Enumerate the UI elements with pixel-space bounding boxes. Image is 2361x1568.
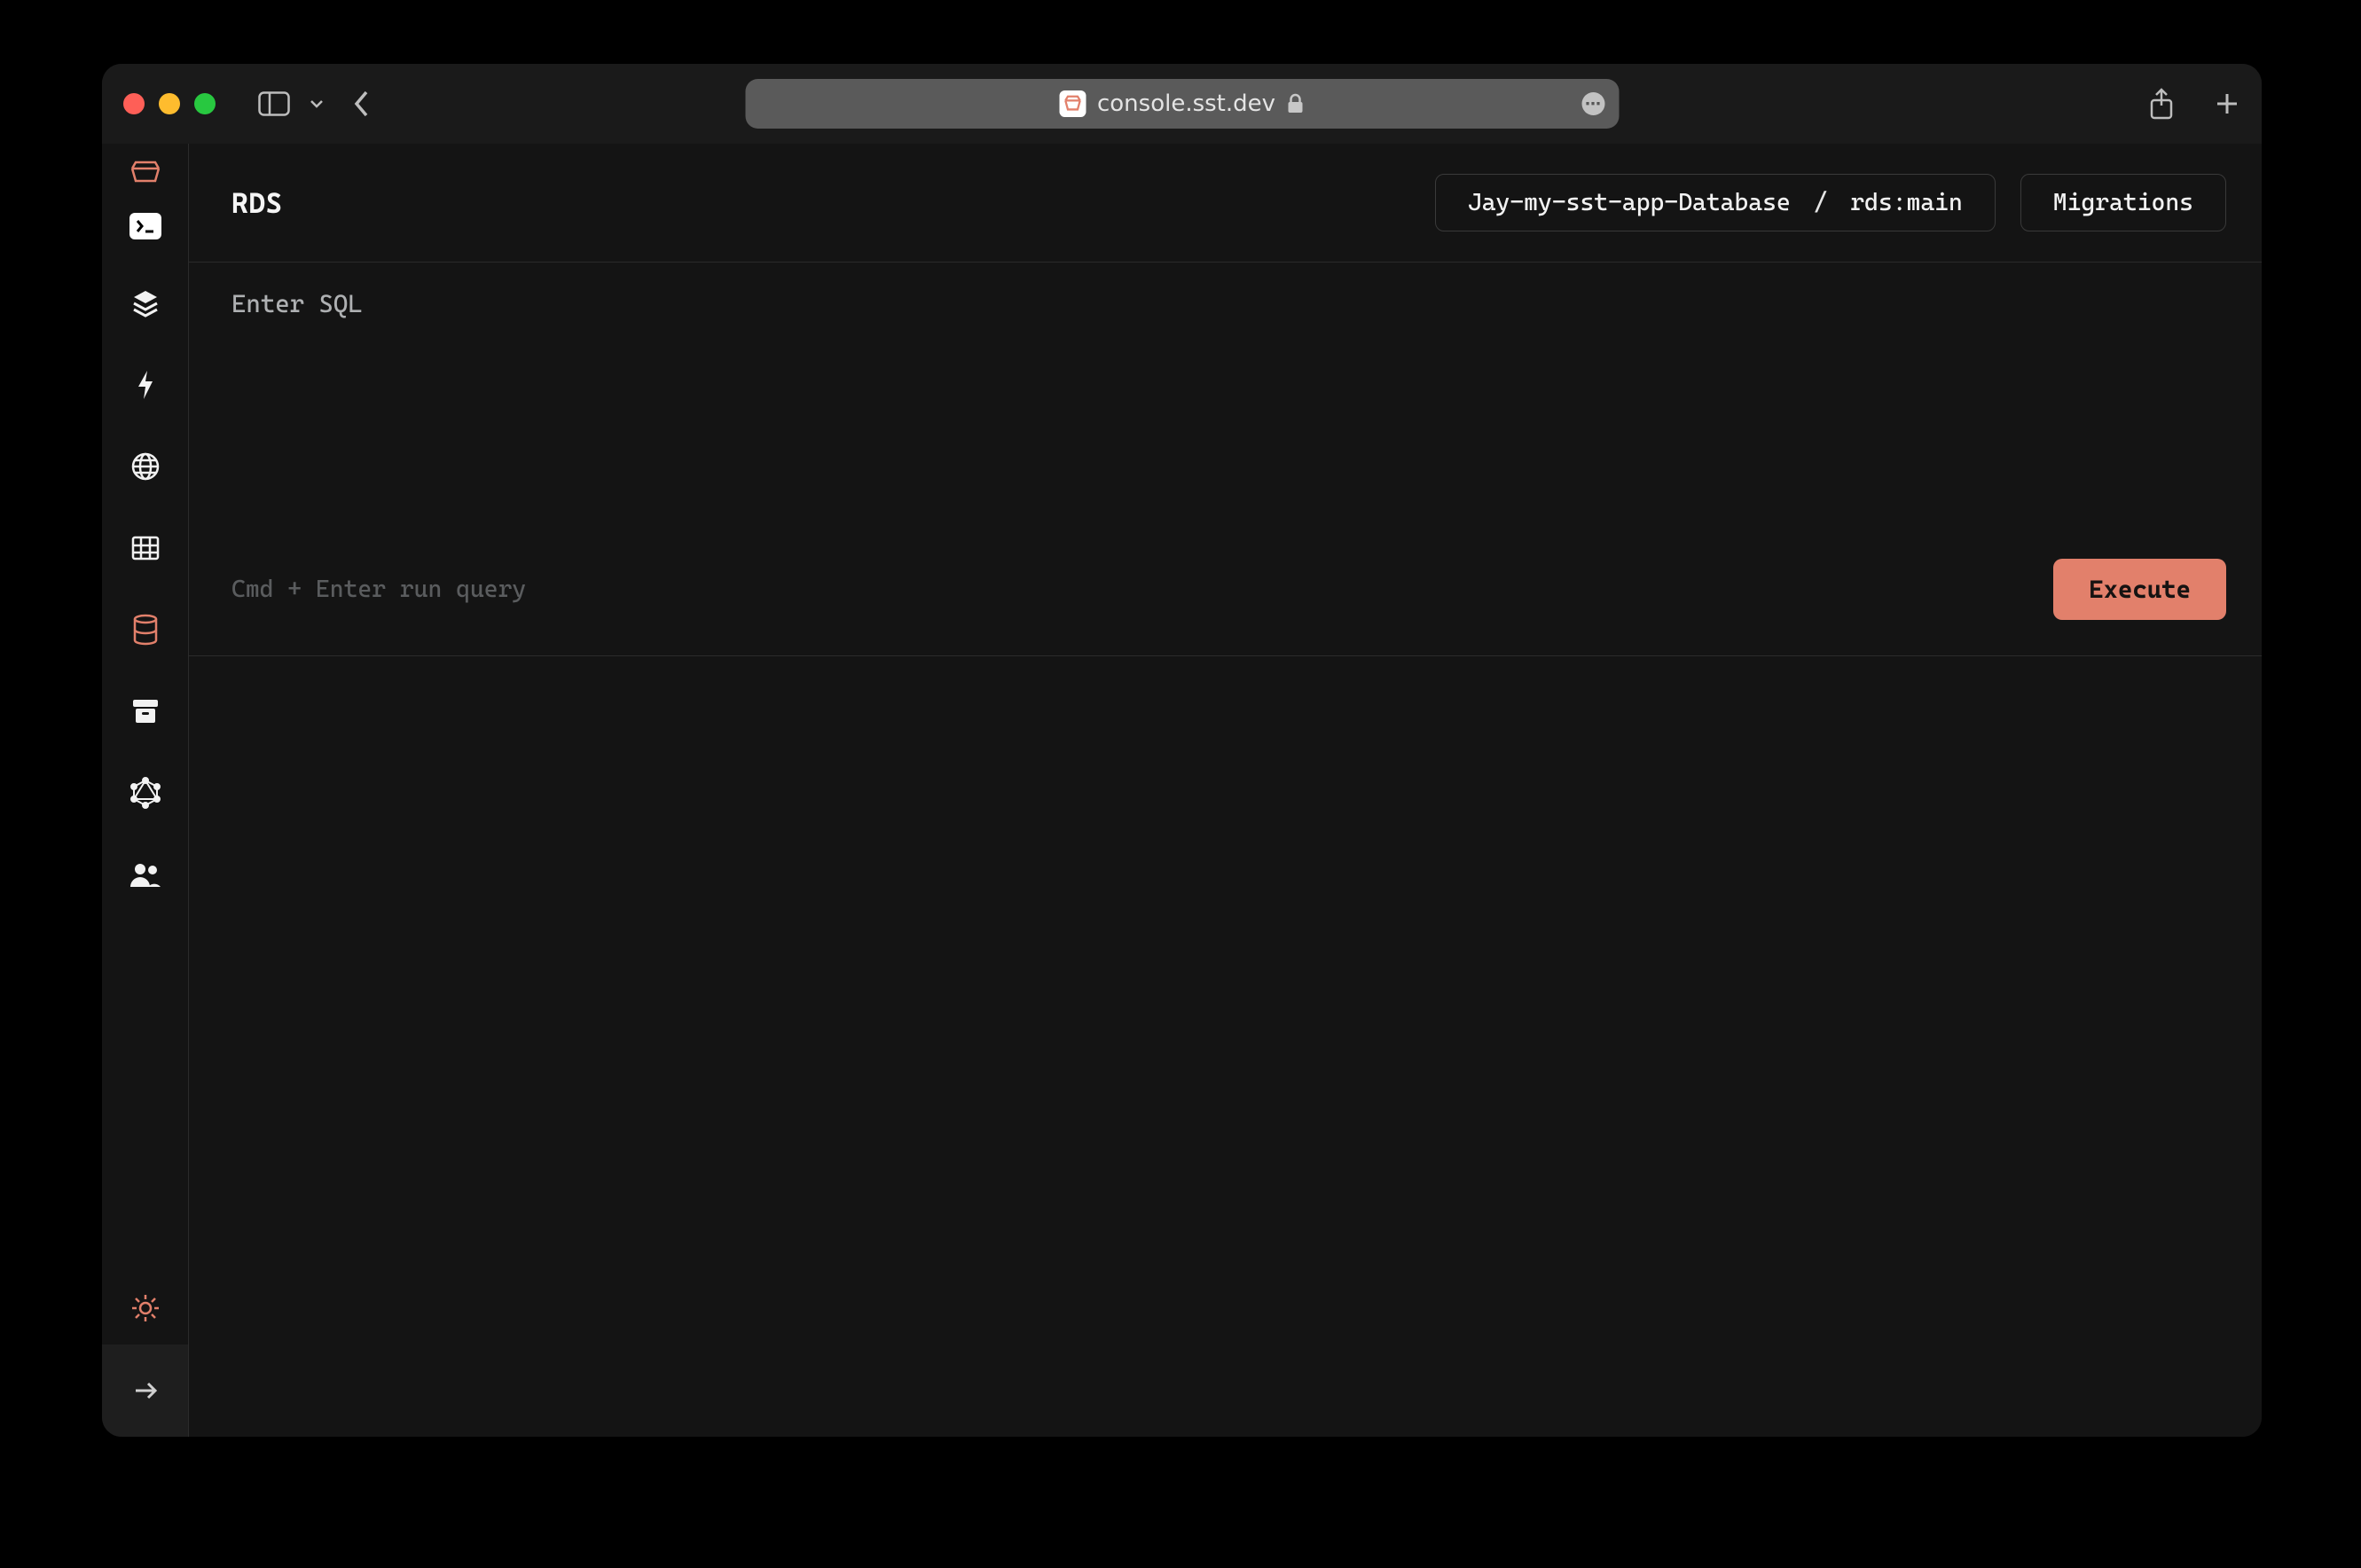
graphql-icon bbox=[130, 777, 161, 809]
sql-editor-area: Cmd + Enter run query Execute bbox=[189, 263, 2262, 656]
browser-window: console.sst.dev ⋯ bbox=[102, 64, 2262, 1437]
sidebar-item-dynamodb[interactable] bbox=[128, 530, 163, 566]
sun-icon bbox=[130, 1293, 161, 1323]
results-panel bbox=[189, 656, 2262, 1437]
db-resource-name: rds:main bbox=[1850, 189, 1963, 216]
sst-logo-icon[interactable] bbox=[129, 160, 162, 186]
users-icon bbox=[129, 862, 162, 887]
lock-icon bbox=[1286, 93, 1304, 114]
page-title: RDS bbox=[231, 186, 283, 220]
minimize-window-button[interactable] bbox=[159, 93, 180, 114]
db-stack-name: Jay-my-sst-app-Database bbox=[1468, 189, 1791, 216]
globe-icon bbox=[130, 451, 161, 482]
sql-input[interactable] bbox=[189, 263, 2262, 555]
sidebar-item-local[interactable] bbox=[129, 213, 161, 239]
sidebar-item-stacks[interactable] bbox=[128, 286, 163, 321]
window-controls bbox=[123, 93, 216, 114]
sidebar-item-functions[interactable] bbox=[128, 367, 163, 403]
separator: / bbox=[1800, 189, 1841, 216]
sidebar-item-api[interactable] bbox=[128, 449, 163, 484]
main-panel: RDS Jay-my-sst-app-Database / rds:main M… bbox=[189, 144, 2262, 1437]
favicon-icon bbox=[1060, 90, 1086, 117]
sidebar-toggle-icon[interactable] bbox=[258, 91, 290, 116]
address-text: console.sst.dev bbox=[1097, 90, 1275, 117]
keyboard-hint: Cmd + Enter run query bbox=[231, 576, 526, 603]
layers-icon bbox=[130, 288, 161, 318]
share-icon[interactable] bbox=[2148, 88, 2175, 120]
page-header: RDS Jay-my-sst-app-Database / rds:main M… bbox=[189, 144, 2262, 263]
titlebar: console.sst.dev ⋯ bbox=[102, 64, 2262, 144]
reader-icon[interactable]: ⋯ bbox=[1581, 92, 1604, 115]
sidebar-item-buckets[interactable] bbox=[128, 694, 163, 729]
table-icon bbox=[131, 536, 160, 561]
maximize-window-button[interactable] bbox=[194, 93, 216, 114]
sidebar-item-cognito[interactable] bbox=[128, 857, 163, 892]
chevron-down-icon[interactable] bbox=[310, 99, 324, 108]
archive-icon bbox=[131, 698, 160, 725]
arrow-right-icon bbox=[132, 1380, 159, 1401]
theme-toggle[interactable] bbox=[130, 1272, 161, 1345]
sidebar-item-rds[interactable] bbox=[128, 612, 163, 647]
back-button[interactable] bbox=[352, 89, 372, 119]
database-selector-button[interactable]: Jay-my-sst-app-Database / rds:main bbox=[1435, 174, 1996, 231]
migrations-button[interactable]: Migrations bbox=[2020, 174, 2226, 231]
close-window-button[interactable] bbox=[123, 93, 145, 114]
execute-button[interactable]: Execute bbox=[2053, 559, 2226, 620]
database-icon bbox=[132, 614, 159, 646]
bolt-icon bbox=[135, 369, 156, 401]
sidebar-item-graphql[interactable] bbox=[128, 775, 163, 811]
new-tab-icon[interactable] bbox=[2214, 90, 2240, 117]
terminal-icon bbox=[134, 217, 157, 235]
sidebar bbox=[102, 144, 189, 1437]
app-content: RDS Jay-my-sst-app-Database / rds:main M… bbox=[102, 144, 2262, 1437]
address-bar[interactable]: console.sst.dev ⋯ bbox=[745, 79, 1619, 129]
sidebar-collapse-button[interactable] bbox=[102, 1345, 188, 1437]
